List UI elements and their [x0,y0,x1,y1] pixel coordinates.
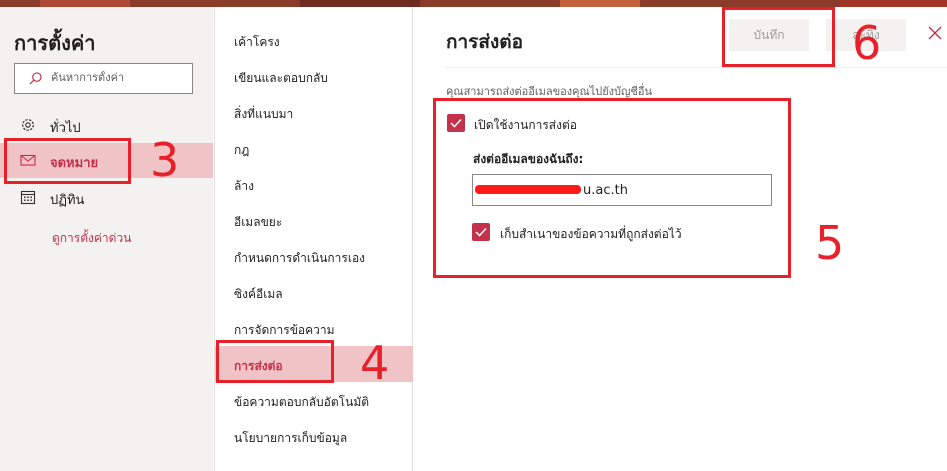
annotation-number-4: 4 [360,336,390,390]
sidebar-item-label: ปฏิทิน [50,193,85,208]
annotation-box-6 [722,7,835,67]
gear-icon [22,119,34,131]
menu-item-label: ซิงค์อีเมล [234,287,283,301]
mail-settings-menu: เค้าโครง เขียนและตอบกลับ สิ่งที่แนบมา กฎ… [214,7,413,471]
menu-item-customize-actions[interactable]: กำหนดการดำเนินการเอง [215,238,413,274]
annotation-box-3 [4,138,131,184]
annotation-box-4 [216,340,334,383]
calendar-icon [20,190,36,205]
sidebar-item-label: ทั่วไป [50,121,81,136]
menu-item-label: การจัดการข้อความ [234,323,335,337]
menu-item-layout[interactable]: เค้าโครง [215,22,413,58]
menu-item-sync-email[interactable]: ซิงค์อีเมล [215,274,413,310]
panel-title: การส่งต่อ [446,31,524,53]
search-icon [29,72,42,85]
settings-sidebar: การตั้งค่า ทั่วไป จดหมาย ปฏิทิน [0,7,213,471]
annotation-number-6: 6 [852,16,882,70]
menu-item-label: เขียนและตอบกลับ [234,71,328,85]
annotation-number-5: 5 [815,216,845,270]
menu-item-label: ข้อความตอบกลับอัตโนมัติ [234,395,370,409]
menu-item-label: เค้าโครง [234,35,280,49]
close-icon[interactable] [927,25,943,41]
menu-item-sweep[interactable]: ล้าง [215,166,413,202]
menu-item-retention-policies[interactable]: นโยบายการเก็บข้อมูล [215,418,413,454]
menu-item-rules[interactable]: กฎ [215,130,413,166]
menu-item-label: นโยบายการเก็บข้อมูล [234,431,348,445]
menu-item-label: กำหนดการดำเนินการเอง [234,251,366,265]
menu-item-label: กฎ [234,143,250,157]
settings-search-box[interactable] [14,63,193,94]
quick-settings-link[interactable]: ดูการตั้งค่าด่วน [52,229,131,248]
sidebar-item-calendar[interactable]: ปฏิทิน [0,180,213,215]
menu-item-label: สิ่งที่แนบมา [234,107,294,121]
settings-title: การตั้งค่า [14,31,96,55]
settings-search-input[interactable] [51,71,189,84]
menu-item-label: อีเมลขยะ [234,215,283,229]
menu-item-junk-email[interactable]: อีเมลขยะ [215,202,413,238]
menu-item-attachments[interactable]: สิ่งที่แนบมา [215,94,413,130]
menu-item-label: ล้าง [234,179,254,193]
annotation-box-5 [433,98,791,278]
annotation-number-3: 3 [150,133,180,187]
menu-item-compose-reply[interactable]: เขียนและตอบกลับ [215,58,413,94]
background-image-strip [0,0,947,7]
